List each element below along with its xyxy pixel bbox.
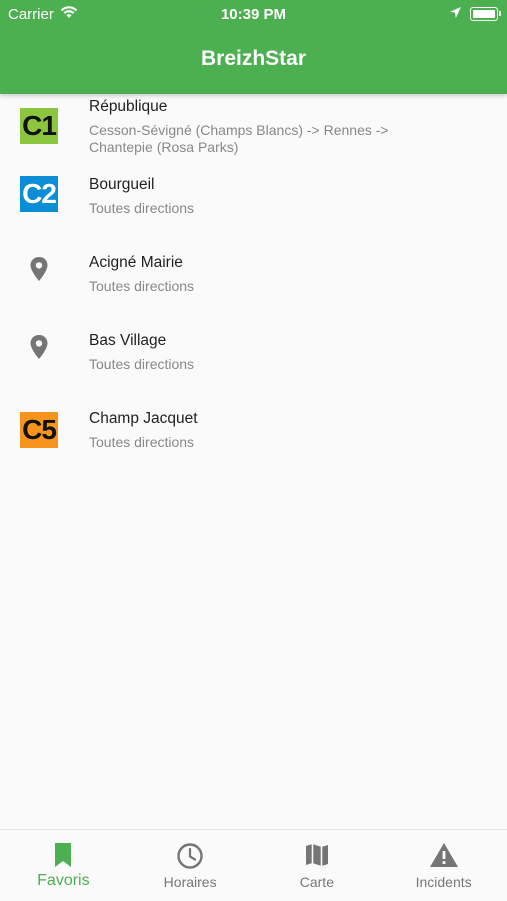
tab-label: Horaires <box>163 874 217 890</box>
stop-name: Bas Village <box>89 332 167 349</box>
line-c1-badge: C1 <box>20 108 58 144</box>
warning-icon <box>380 842 507 870</box>
tab-label: Favoris <box>37 872 90 889</box>
tab-label: Incidents <box>415 874 472 890</box>
location-pin-icon <box>20 334 58 372</box>
clock-icon <box>127 842 254 870</box>
stop-name: Acigné Mairie <box>89 254 183 271</box>
favorite-item-bas-village[interactable]: Bas Village Toutes directions <box>0 332 507 392</box>
app-header: Carrier 10:39 PM BreizhStar <box>0 0 507 94</box>
tab-incidents[interactable]: Incidents <box>380 830 507 901</box>
line-c2-badge: C2 <box>20 176 58 212</box>
location-arrow-icon <box>449 6 462 23</box>
status-time: 10:39 PM <box>220 6 287 23</box>
bottom-navigation: Favoris Horaires Carte Incidents <box>0 829 507 901</box>
stop-name: République <box>89 98 168 115</box>
status-bar: Carrier 10:39 PM <box>0 0 507 30</box>
stop-directions: Toutes directions <box>89 200 195 216</box>
favorite-item-champ-jacquet[interactable]: C5 Champ Jacquet Toutes directions <box>0 410 507 470</box>
tab-label: Carte <box>299 874 334 890</box>
stop-directions: Toutes directions <box>89 278 195 294</box>
favorite-item-republique[interactable]: C1 République Cesson-Sévigné (Champs Bla… <box>0 98 507 158</box>
favorite-item-bourgueil[interactable]: C2 Bourgueil Toutes directions <box>0 176 507 236</box>
tab-favoris[interactable]: Favoris <box>0 830 127 901</box>
tab-carte[interactable]: Carte <box>254 830 381 901</box>
map-icon <box>254 842 381 870</box>
stop-name: Champ Jacquet <box>89 410 198 427</box>
line-c5-badge: C5 <box>20 412 58 448</box>
stop-directions: Toutes directions <box>89 434 195 450</box>
app-title: BreizhStar <box>200 47 307 70</box>
stop-directions: Cesson-Sévigné (Champs Blancs) -> Rennes… <box>89 122 389 155</box>
bookmark-icon <box>0 842 127 870</box>
location-pin-icon <box>20 256 58 294</box>
stop-name: Bourgueil <box>89 176 155 193</box>
tab-horaires[interactable]: Horaires <box>127 830 254 901</box>
favorite-item-acigne-mairie[interactable]: Acigné Mairie Toutes directions <box>0 254 507 314</box>
stop-directions: Toutes directions <box>89 356 195 372</box>
battery-icon <box>470 7 501 21</box>
